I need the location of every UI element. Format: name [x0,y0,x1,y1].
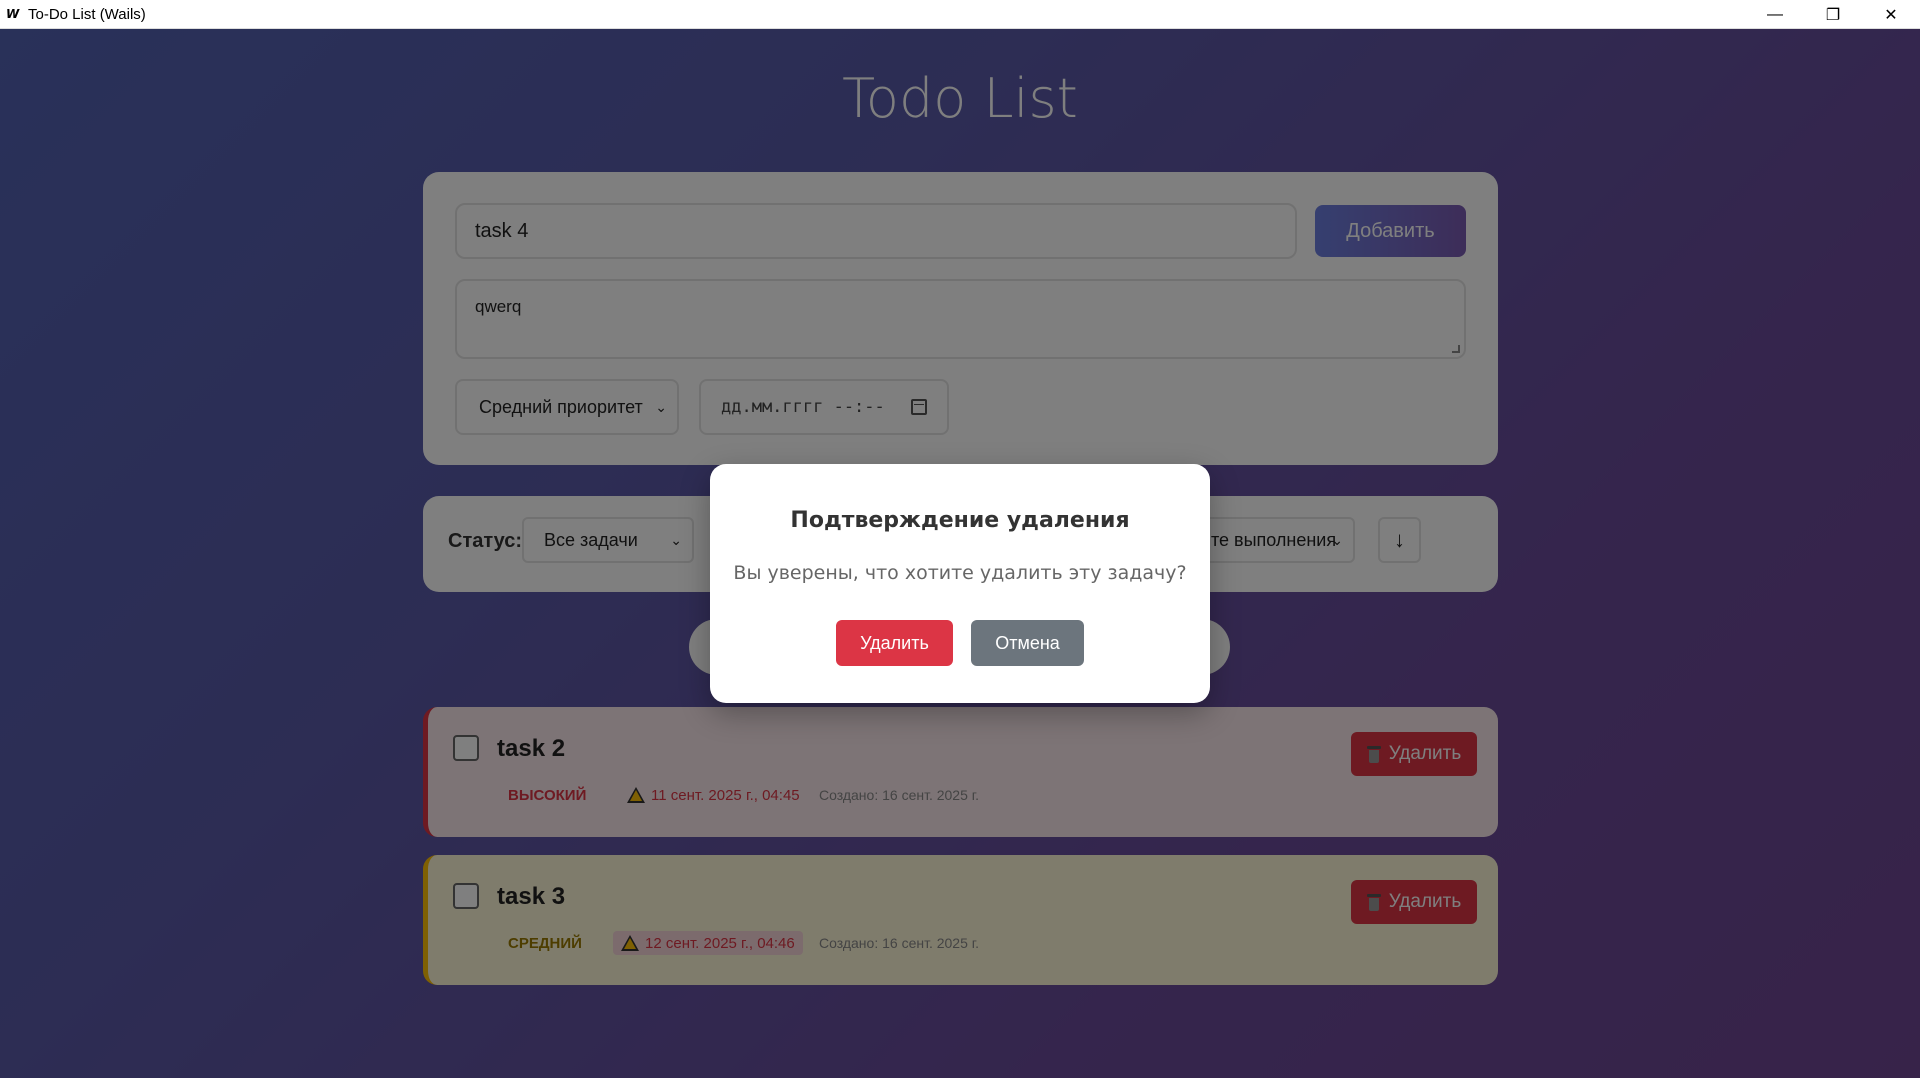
minimize-button[interactable]: — [1746,0,1804,29]
confirm-delete-dialog: Подтверждение удаления Вы уверены, что х… [710,464,1210,703]
window-titlebar: W To-Do List (Wails) — ❐ ✕ [0,0,1920,29]
window-title: To-Do List (Wails) [28,5,146,23]
cancel-button[interactable]: Отмена [971,620,1084,666]
maximize-button[interactable]: ❐ [1804,0,1862,29]
confirm-delete-button[interactable]: Удалить [836,620,953,666]
window-controls: — ❐ ✕ [1746,0,1920,29]
dialog-message: Вы уверены, что хотите удалить эту задач… [733,562,1187,584]
dialog-title: Подтверждение удаления [790,508,1130,533]
app-body: Todo List task 4 Добавить qwerq Средний … [0,29,1920,1078]
app-logo-icon: W [6,7,20,21]
close-button[interactable]: ✕ [1862,0,1920,29]
